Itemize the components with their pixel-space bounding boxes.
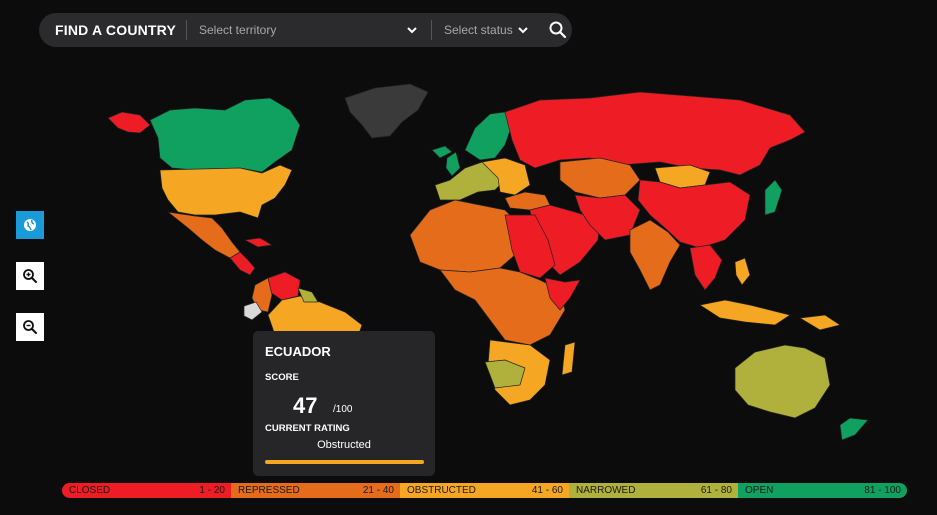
legend-label: NARROWED — [576, 485, 636, 496]
territory-placeholder: Select territory — [199, 23, 277, 37]
country-uk[interactable] — [445, 151, 461, 177]
zoom-out-button[interactable] — [16, 313, 44, 341]
country-papua-new-guinea[interactable] — [799, 314, 841, 331]
score-bar — [265, 460, 424, 464]
zoom-in-button[interactable] — [16, 262, 44, 290]
country-mexico[interactable] — [167, 211, 241, 259]
country-canada[interactable] — [149, 97, 301, 173]
legend-label: OPEN — [745, 485, 774, 496]
search-icon[interactable] — [548, 20, 568, 40]
country-usa[interactable] — [159, 164, 293, 219]
chevron-down-icon — [518, 27, 528, 34]
rating-label: CURRENT RATING — [265, 423, 350, 434]
find-country-title: FIND A COUNTRY — [55, 22, 177, 38]
find-country-bar: FIND A COUNTRY Select territory Select s… — [39, 13, 572, 47]
country-australia[interactable] — [734, 344, 831, 419]
score-bar-fill — [265, 460, 424, 464]
globe-button[interactable] — [16, 211, 44, 239]
country-alaska[interactable] — [107, 111, 151, 134]
country-cuba[interactable] — [244, 237, 273, 248]
zoom-in-icon — [23, 269, 37, 283]
legend-range: 1 - 20 — [199, 485, 225, 496]
status-placeholder: Select status — [444, 23, 513, 37]
region-japan[interactable] — [764, 179, 783, 216]
zoom-out-icon — [23, 320, 37, 334]
status-select[interactable]: Select status — [432, 23, 542, 37]
legend-label: OBSTRUCTED — [407, 485, 476, 496]
rating-value: Obstructed — [317, 439, 371, 451]
country-venezuela[interactable] — [267, 271, 301, 301]
world-map[interactable] — [0, 0, 937, 515]
legend-open[interactable]: OPEN 81 - 100 — [738, 483, 907, 498]
legend-range: 61 - 80 — [700, 485, 732, 496]
score-value: 47 — [293, 393, 318, 418]
legend-range: 81 - 100 — [864, 485, 901, 496]
legend-label: CLOSED — [69, 485, 111, 496]
country-greenland[interactable] — [344, 83, 429, 139]
territory-select[interactable]: Select territory — [187, 23, 431, 37]
rating-legend: CLOSED 1 - 20 REPRESSED 21 - 40 OBSTRUCTED 41… — [62, 483, 907, 498]
score-max: /100 — [333, 404, 353, 415]
tooltip-country-name: ECUADOR — [265, 344, 331, 359]
country-tooltip: ECUADOR SCORE 47 /100 CURRENT RATING Obs… — [253, 331, 435, 476]
country-iceland[interactable] — [431, 145, 453, 159]
legend-range: 21 - 40 — [362, 485, 394, 496]
country-madagascar[interactable] — [561, 341, 576, 376]
legend-closed[interactable]: CLOSED 1 - 20 — [62, 483, 231, 498]
legend-repressed[interactable]: REPRESSED 21 - 40 — [231, 483, 400, 498]
country-philippines[interactable] — [734, 257, 751, 286]
country-new-zealand[interactable] — [839, 417, 869, 441]
globe-icon — [24, 219, 36, 231]
legend-narrowed[interactable]: NARROWED 61 - 80 — [569, 483, 738, 498]
legend-label: REPRESSED — [238, 485, 300, 496]
region-central-america[interactable] — [229, 251, 256, 276]
region-north-africa[interactable] — [409, 199, 521, 273]
region-scandinavia[interactable] — [464, 111, 513, 161]
region-southeast-asia[interactable] — [689, 244, 723, 291]
country-russia[interactable] — [504, 91, 806, 176]
score-label: SCORE — [265, 372, 299, 383]
legend-range: 41 - 60 — [531, 485, 563, 496]
country-indonesia[interactable] — [699, 299, 791, 326]
legend-obstructed[interactable]: OBSTRUCTED 41 - 60 — [400, 483, 569, 498]
chevron-down-icon — [407, 27, 417, 34]
